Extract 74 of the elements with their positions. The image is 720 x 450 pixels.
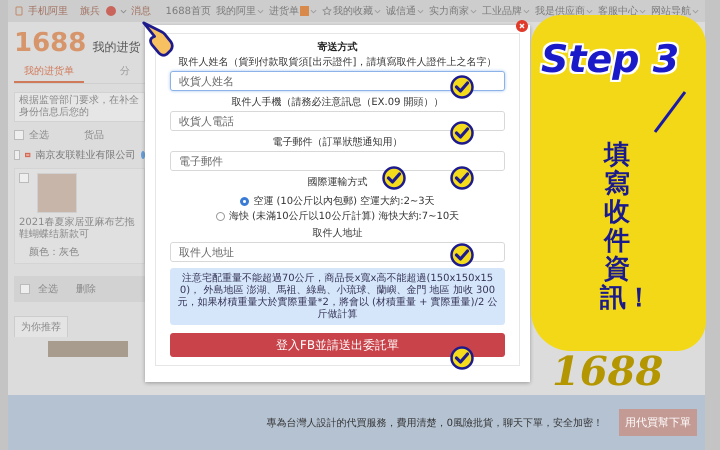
nav-link[interactable]: 消息 [131, 4, 151, 18]
caret-icon [586, 8, 593, 14]
input-field[interactable]: 取件人地址 [170, 242, 505, 262]
product-attribute: 颜色：灰色 [29, 246, 80, 259]
caret-icon [257, 8, 264, 14]
field-label: 取件人手機（請務必注意訊息（EX.09 開頭）） [231, 97, 444, 108]
tab[interactable]: 分 [110, 62, 140, 83]
check-mark-icon [450, 243, 474, 267]
caret-icon [523, 8, 530, 14]
verified-badge-icon [140, 151, 146, 159]
column-header: 货品 [84, 129, 104, 142]
checkbox[interactable] [20, 284, 30, 294]
field-label: 取件人姓名（貨到付款取貨須[出示證件]，請填寫取件人證件上之名字） [178, 57, 496, 68]
checkbox[interactable] [14, 150, 20, 160]
radio-option[interactable]: 空運 (10公斤以內包郵) 空運大約:2~3天 [240, 194, 435, 208]
nav-link[interactable]: 工业品牌 [482, 4, 522, 18]
nav-link[interactable]: 诚信通 [386, 4, 416, 18]
check-mark-icon [382, 166, 406, 190]
product-title[interactable]: 2021春夏家居亚麻布艺拖鞋蝴蝶结新款可 [19, 217, 140, 241]
nav-link[interactable]: 手机阿里 [28, 4, 68, 18]
nav-link[interactable]: 实力商家 [429, 4, 469, 18]
tab[interactable]: 我的进货单 [14, 62, 84, 83]
shop-icon [25, 150, 31, 160]
notice-banner: 根据监管部门要求，在补全身份信息后您的 [14, 92, 145, 122]
field-label: 取件人地址 [312, 228, 362, 239]
phone-icon [14, 6, 24, 16]
input-field[interactable]: 收貨人姓名 [170, 71, 505, 91]
diagonal-stroke-icon [653, 90, 687, 134]
promo-text: 專為台灣人設計的代買服務，費用清楚，0風險批貨，聊天下單，安全加密！ [266, 416, 603, 430]
caret-icon [470, 8, 477, 14]
dialog-title: 寄送方式 [316, 40, 358, 54]
brand-logo: 1688 [552, 352, 664, 392]
nav-link[interactable]: 客服中心 [598, 4, 638, 18]
nav-link[interactable]: 1688首页 [166, 4, 211, 18]
checkbox[interactable] [19, 173, 29, 183]
caret-icon [417, 8, 424, 14]
submit-button[interactable]: 登入FB並請送出委託單 [170, 333, 505, 357]
tab[interactable]: 为你推荐 [14, 316, 68, 337]
nav-link[interactable]: 我的收藏 [333, 4, 373, 18]
nav-link[interactable]: 旗兵 [80, 4, 100, 18]
input-field[interactable]: 電子郵件 [170, 151, 505, 171]
notice-box: 注意宅配重量不能超過70公斤，商品長x寬x高不能超過(150x150x150)， 外島地區 澎湖、馬祖、綠島、小琉球、蘭嶼、金門 地區 加收 300元，如果材積重量大於實際重量*2，將會以 (材積重量 + 實際重量)/2 公斤做計算 [170, 268, 505, 325]
nav-link[interactable]: 网站导航 [651, 4, 691, 18]
nav-link[interactable]: 我的阿里 [216, 4, 256, 18]
input-field[interactable]: 收貨人電話 [170, 111, 505, 131]
star-icon [322, 6, 332, 16]
site-logo: 1688 [14, 28, 86, 58]
radio-option[interactable]: 海快 (未滿10公斤以10公斤計算) 海快大約:7~10天 [216, 209, 460, 223]
photo-placeholder [37, 173, 77, 213]
count-badge-icon [300, 6, 309, 16]
check-mark-icon [450, 346, 474, 370]
nav-link[interactable]: 我是供应商 [535, 4, 585, 18]
caret-icon [120, 8, 127, 14]
order-button[interactable]: 用代買幫下單 [619, 409, 697, 436]
select-all-label: 全选 [29, 128, 49, 142]
nav-link[interactable]: 进货单 [269, 4, 299, 18]
notification-badge-icon [106, 6, 116, 16]
shop-name[interactable]: 南京友联鞋业有限公司 [36, 148, 136, 162]
caret-icon [639, 8, 646, 14]
check-mark-icon [450, 121, 474, 145]
step-heading: Step 3 [541, 37, 680, 81]
caret-icon [692, 8, 699, 14]
close-icon[interactable] [516, 20, 528, 32]
page-title: 我的进货 [92, 39, 140, 56]
field-label: 電子郵件（訂單狀態通知用） [272, 137, 402, 148]
select-all-label: 全选 [38, 282, 58, 296]
caret-icon [374, 8, 381, 14]
caret-icon [310, 8, 317, 14]
checkbox[interactable] [14, 130, 24, 140]
delete-link[interactable]: 删除 [76, 282, 96, 296]
check-mark-icon [450, 166, 474, 190]
field-label: 國際運輸方式 [308, 177, 368, 188]
pointing-hand-icon [141, 20, 175, 57]
check-mark-icon [450, 75, 474, 99]
